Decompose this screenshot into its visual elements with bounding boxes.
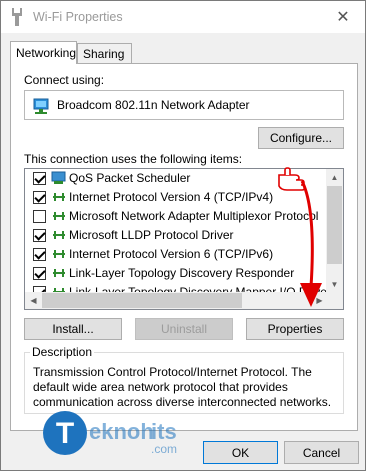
window-title: Wi-Fi Properties: [33, 10, 123, 24]
teknohits-watermark-logo: T eknoh its .com: [43, 411, 177, 456]
scroll-thumb[interactable]: [327, 186, 342, 264]
item-label: Microsoft LLDP Protocol Driver: [69, 228, 234, 242]
horizontal-scrollbar[interactable]: ◀ ▶: [25, 292, 328, 309]
configure-button[interactable]: Configure...: [258, 127, 344, 149]
connect-using-label: Connect using:: [24, 73, 105, 87]
description-text: Transmission Control Protocol/Internet P…: [33, 365, 332, 409]
checkbox[interactable]: [33, 172, 46, 185]
close-icon: ✕: [336, 9, 350, 26]
uninstall-button[interactable]: Uninstall: [135, 318, 233, 340]
adapter-field: Broadcom 802.11n Network Adapter: [24, 90, 344, 120]
list-item-lldp[interactable]: Microsoft LLDP Protocol Driver: [25, 226, 325, 245]
checkbox[interactable]: [33, 210, 46, 223]
item-label: Link-Layer Topology Discovery Responder: [69, 266, 295, 280]
cancel-button[interactable]: Cancel: [284, 441, 359, 464]
scroll-down-icon[interactable]: ▼: [326, 276, 343, 293]
wifi-properties-dialog: Wi-Fi Properties ✕ Networking Sharing Co…: [0, 0, 366, 471]
item-label: Internet Protocol Version 4 (TCP/IPv4): [69, 190, 274, 204]
svg-text:its: its: [151, 419, 177, 444]
ok-button[interactable]: OK: [203, 441, 278, 464]
checkbox[interactable]: [33, 267, 46, 280]
tab-networking[interactable]: Networking: [10, 41, 77, 64]
scroll-left-icon[interactable]: ◀: [25, 292, 42, 309]
protocol-icon: [53, 193, 65, 201]
wifi-adapter-icon: [12, 8, 22, 26]
vertical-scrollbar[interactable]: ▲ ▼: [326, 169, 343, 293]
item-label: QoS Packet Scheduler: [69, 171, 191, 185]
scroll-up-icon[interactable]: ▲: [326, 169, 343, 186]
tab-sharing[interactable]: Sharing: [77, 43, 132, 63]
close-button[interactable]: ✕: [321, 1, 365, 33]
title-bar: Wi-Fi Properties ✕: [1, 1, 365, 33]
protocol-icon: [53, 212, 65, 220]
protocol-icon: [53, 250, 65, 258]
install-button[interactable]: Install...: [24, 318, 122, 340]
red-arrow-icon: [300, 180, 322, 307]
protocol-icon: [53, 231, 65, 239]
description-legend: Description: [30, 345, 95, 359]
network-adapter-icon: [33, 98, 49, 114]
list-item-lltd-responder[interactable]: Link-Layer Topology Discovery Responder: [25, 264, 325, 283]
scroll-thumb[interactable]: [42, 293, 242, 308]
list-item-multiplexor[interactable]: Microsoft Network Adapter Multiplexor Pr…: [25, 207, 325, 226]
protocol-icon: [53, 269, 65, 277]
svg-text:eknoh: eknoh: [89, 419, 154, 444]
checkbox[interactable]: [33, 191, 46, 204]
svg-text:T: T: [56, 417, 74, 450]
properties-button[interactable]: Properties: [246, 318, 344, 340]
checkbox[interactable]: [33, 229, 46, 242]
item-label: Microsoft Network Adapter Multiplexor Pr…: [69, 209, 319, 223]
svg-text:.com: .com: [151, 442, 177, 456]
item-label: Internet Protocol Version 6 (TCP/IPv6): [69, 247, 274, 261]
list-item-ipv6[interactable]: Internet Protocol Version 6 (TCP/IPv6): [25, 245, 325, 264]
service-icon: [51, 171, 66, 184]
scroll-corner: [326, 292, 343, 309]
description-group: Description Transmission Control Protoco…: [24, 345, 344, 414]
items-label: This connection uses the following items…: [24, 152, 243, 166]
checkbox[interactable]: [33, 248, 46, 261]
adapter-name: Broadcom 802.11n Network Adapter: [57, 98, 250, 112]
